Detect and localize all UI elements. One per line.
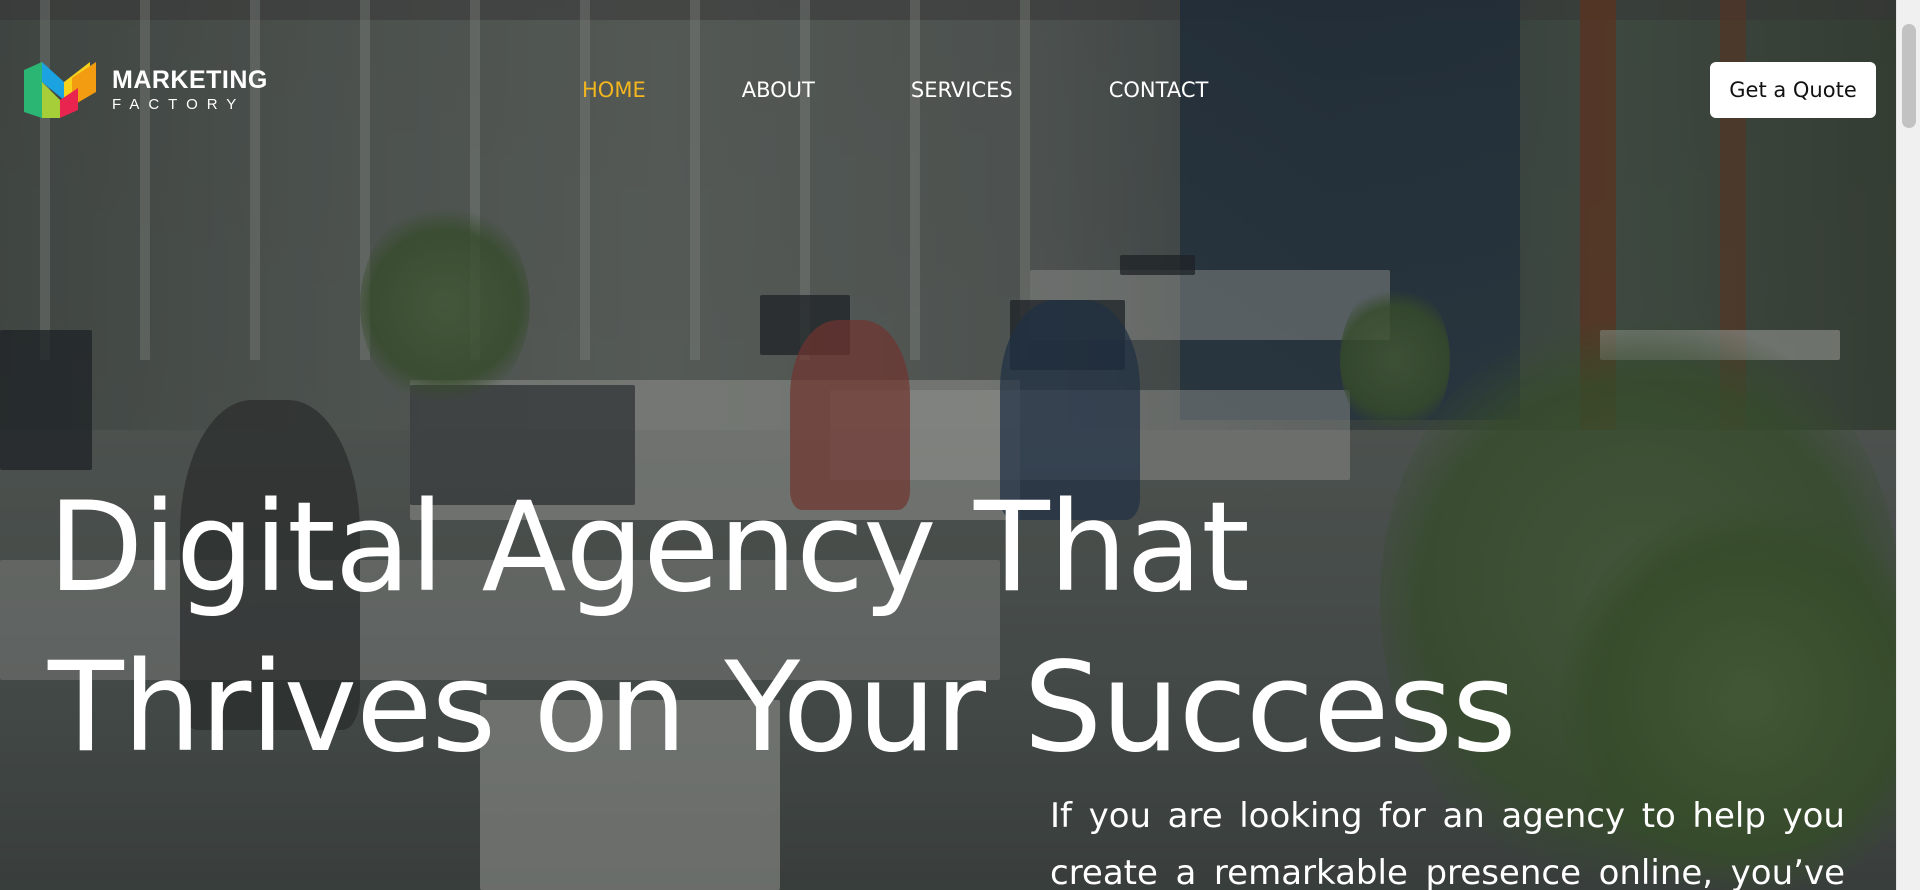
nav-contact[interactable]: CONTACT [1109, 78, 1209, 102]
hero-headline-line2: Thrives on Your Success [48, 636, 1517, 780]
scrollbar-thumb[interactable] [1902, 24, 1916, 128]
brand-name-line2: FACTORY [112, 96, 246, 113]
hero-lead-text: If you are looking for an agency to help… [1050, 796, 1845, 890]
nav-home[interactable]: HOME [582, 78, 646, 102]
marketing-factory-logo-icon [24, 62, 96, 118]
brand-name-line1: MARKETING [112, 66, 268, 94]
get-a-quote-button[interactable]: Get a Quote [1710, 62, 1876, 118]
hero-headline: Digital Agency That Thrives on Your Succ… [48, 468, 1517, 788]
page-scrollbar[interactable] [1896, 0, 1920, 890]
main-nav: HOME ABOUT SERVICES CONTACT [582, 78, 1304, 102]
site-header: MARKETING FACTORY HOME ABOUT SERVICES CO… [0, 0, 1896, 180]
nav-about[interactable]: ABOUT [742, 78, 815, 102]
page: MARKETING FACTORY HOME ABOUT SERVICES CO… [0, 0, 1920, 890]
brand-logo[interactable]: MARKETING FACTORY [24, 62, 268, 118]
nav-services[interactable]: SERVICES [911, 78, 1013, 102]
hero-headline-line1: Digital Agency That [48, 476, 1250, 620]
